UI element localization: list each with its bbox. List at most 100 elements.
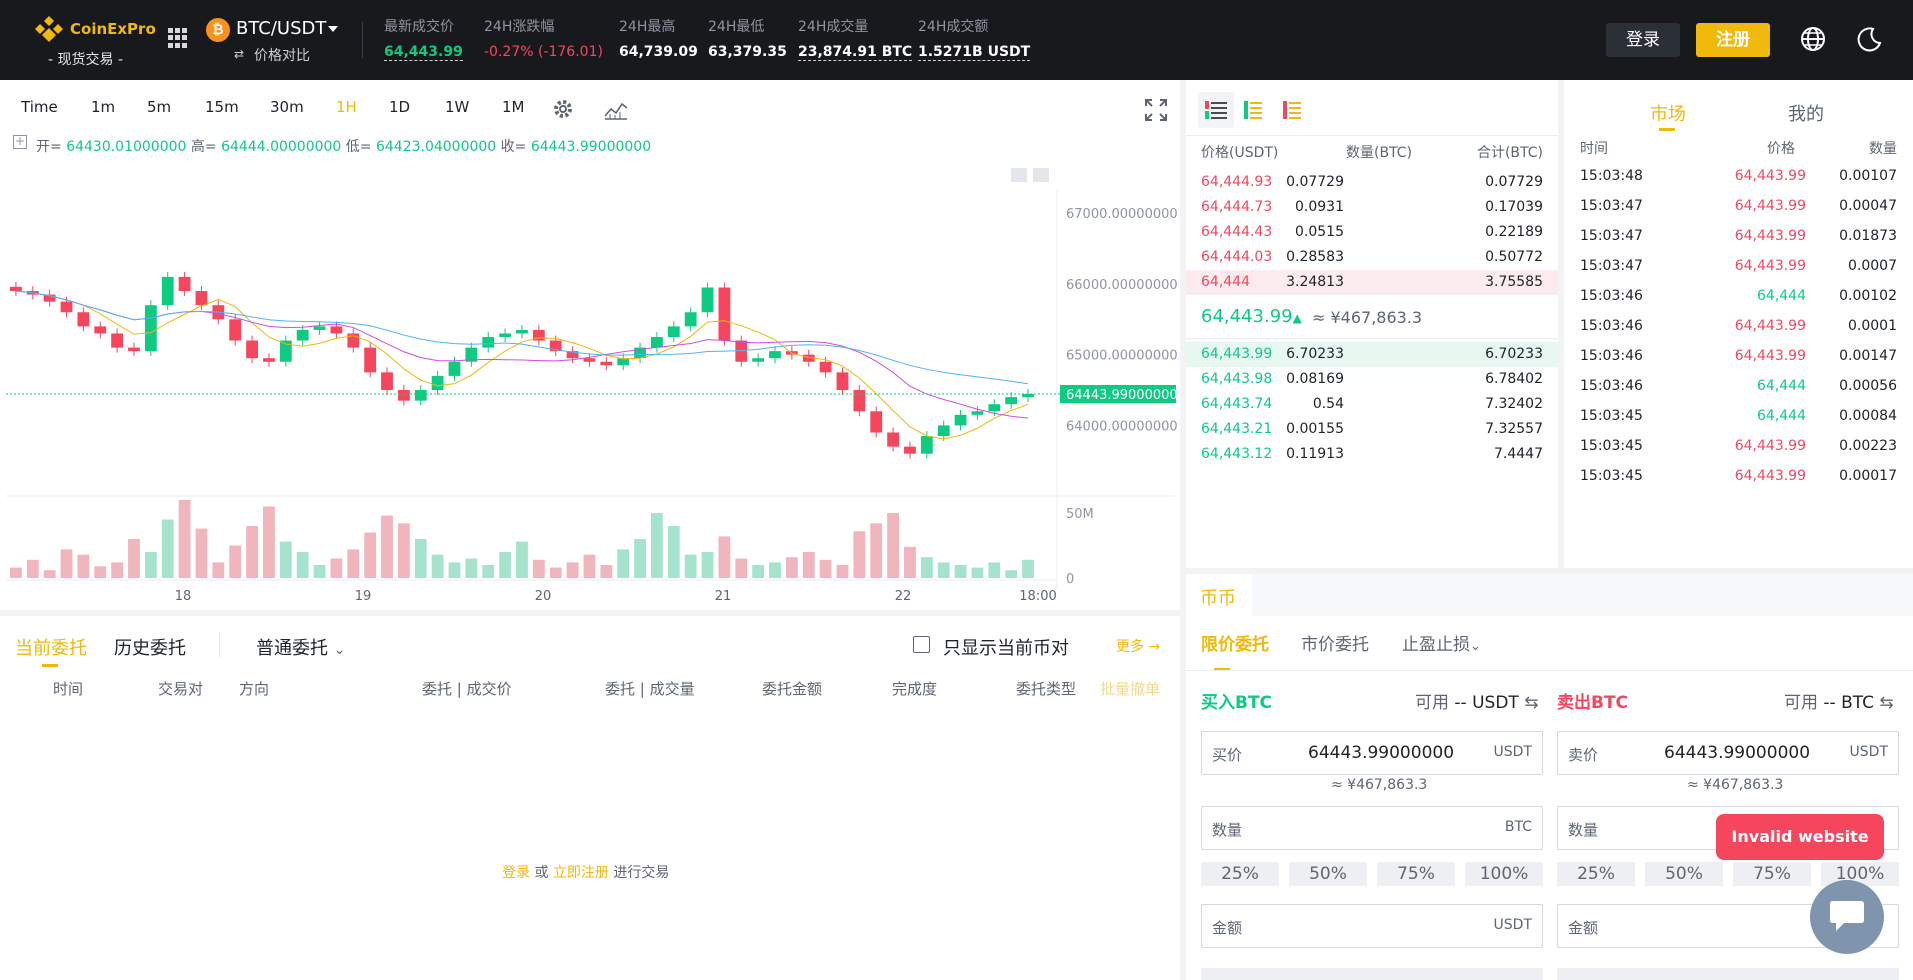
settings-gear-icon[interactable] (552, 98, 574, 120)
orderbook-both-icon[interactable] (1205, 100, 1227, 120)
transfer-icon[interactable]: ⇆ (1879, 693, 1893, 713)
invalid-website-toast[interactable]: Invalid website (1716, 814, 1884, 860)
batch-cancel-button[interactable]: 批量撤单 (1100, 678, 1160, 699)
sell-qty-label: 数量 (1568, 821, 1599, 839)
buy-amount-field[interactable]: 金额 USDT (1201, 904, 1543, 948)
volume-bar (853, 531, 866, 578)
timeframe-time[interactable]: Time (21, 98, 58, 116)
pair-selector[interactable]: BTC/USDT (236, 18, 326, 39)
empty-login-link[interactable]: 登录 (502, 865, 530, 881)
more-link[interactable]: 更多 → (1116, 636, 1160, 656)
buy-price-input[interactable]: 64443.99000000 (1308, 743, 1454, 763)
ask-total: 3.75585 (1485, 274, 1543, 290)
empty-register-link[interactable]: 立即注册 (553, 865, 609, 881)
sell-percent-50[interactable]: 50% (1645, 862, 1723, 886)
sell-submit-button[interactable] (1557, 968, 1899, 980)
bid-row[interactable]: 64,443.98 0.08169 6.78402 (1186, 367, 1558, 392)
ticker-stat: 24H成交量 23,874.91 BTC (798, 16, 913, 61)
trade-amount: 0.00223 (1839, 438, 1897, 454)
login-button[interactable]: 登录 (1606, 23, 1680, 57)
buy-submit-button[interactable] (1201, 968, 1543, 980)
fullscreen-icon[interactable] (1144, 98, 1168, 122)
sell-price-input[interactable]: 64443.99000000 (1664, 743, 1810, 763)
volume-bar (499, 552, 512, 578)
mid-price[interactable]: 64,443.99▲ (1201, 306, 1302, 327)
buy-qty-unit: BTC (1504, 819, 1532, 835)
timeframe-1m[interactable]: 1m (91, 98, 115, 116)
volume-tick-label: 0 (1066, 572, 1074, 587)
volume-bar (836, 565, 849, 578)
candlestick-chart[interactable]: 67000.00000000 66000.00000000 65000.000000… (0, 160, 1180, 608)
logo-text[interactable]: CoinExPro (70, 20, 156, 38)
candle-body (853, 390, 866, 412)
tab-limit-order[interactable]: 限价委托 (1201, 630, 1269, 655)
indicator-chart-icon[interactable] (604, 100, 628, 120)
volume-bar (313, 565, 326, 578)
ask-row[interactable]: 64,444.03 0.28583 0.50772 (1186, 245, 1558, 270)
bid-row[interactable]: 64,443.21 0.00155 7.32557 (1186, 417, 1558, 442)
bid-row[interactable]: 64,443.12 0.11913 7.4447 (1186, 442, 1558, 467)
logo-icon[interactable] (34, 14, 64, 44)
sell-percent-75[interactable]: 75% (1733, 862, 1811, 886)
orderbook-sell-icon[interactable] (1283, 100, 1305, 120)
ticker-stat-label: 24H成交额 (918, 19, 989, 35)
orderbook-buy-icon[interactable] (1244, 100, 1266, 120)
bid-row[interactable]: 64,443.99 6.70233 6.70233 (1186, 342, 1558, 367)
candle-body (448, 361, 461, 376)
buy-percent-100[interactable]: 100% (1465, 862, 1543, 886)
sell-price-field[interactable]: 卖价 64443.99000000 USDT (1557, 731, 1899, 775)
tab-market-order[interactable]: 市价委托 (1301, 630, 1369, 655)
trades-header-price: 价格 (1767, 141, 1795, 157)
volume-bar (769, 562, 781, 578)
trade-row: 15:03:46 64,444 0.00056 (1564, 372, 1913, 402)
only-current-checkbox[interactable] (913, 636, 930, 653)
buy-quantity-field[interactable]: 数量 BTC (1201, 806, 1543, 850)
ask-row[interactable]: 64,444.93 0.07729 0.07729 (1186, 170, 1558, 195)
timeframe-1d[interactable]: 1D (389, 98, 410, 116)
register-button[interactable]: 注册 (1696, 23, 1770, 57)
tab-spot[interactable]: 币币 (1200, 584, 1236, 610)
moon-icon[interactable] (1856, 26, 1882, 52)
ask-row[interactable]: 64,444.43 0.0515 0.22189 (1186, 220, 1558, 245)
tab-my-trades[interactable]: 我的 (1788, 100, 1824, 126)
candle-body (144, 305, 157, 352)
timeframe-1h[interactable]: 1H (336, 98, 357, 116)
ask-row[interactable]: 64,444.73 0.0931 0.17039 (1186, 195, 1558, 220)
globe-icon[interactable] (1800, 26, 1826, 52)
tab-stop-limit[interactable]: 止盈止损⌄ (1402, 630, 1481, 655)
caret-down-icon[interactable] (328, 26, 338, 32)
bid-row[interactable]: 64,443.74 0.54 7.32402 (1186, 392, 1558, 417)
buy-percent-50[interactable]: 50% (1289, 862, 1367, 886)
candle-body (313, 326, 326, 330)
sell-percent-25[interactable]: 25% (1557, 862, 1635, 886)
order-type-select[interactable]: 普通委托 ⌄ (256, 634, 345, 660)
volume-bar (111, 562, 124, 578)
market-type-label[interactable]: - 现货交易 - (48, 49, 123, 69)
collapse-legend-icon[interactable]: + (13, 135, 27, 149)
trade-amount: 0.00147 (1839, 348, 1897, 364)
buy-price-field[interactable]: 买价 64443.99000000 USDT (1201, 731, 1543, 775)
trade-price: 64,443.99 (1734, 198, 1806, 214)
volume-bar (937, 562, 950, 578)
ob-header-total: 合计(BTC) (1476, 145, 1543, 161)
buy-percent-75[interactable]: 75% (1377, 862, 1455, 886)
price-compare-link[interactable]: 价格对比 (254, 45, 310, 65)
sell-title: 卖出BTC (1557, 693, 1629, 713)
timeframe-1m[interactable]: 1M (502, 98, 525, 116)
timeframe-30m[interactable]: 30m (270, 98, 304, 116)
transfer-icon[interactable]: ⇆ (1524, 693, 1538, 713)
tab-current-orders[interactable]: 当前委托 (15, 634, 87, 660)
grid-icon[interactable] (168, 28, 188, 48)
timeframe-5m[interactable]: 5m (147, 98, 171, 116)
trade-price: 64,443.99 (1734, 468, 1806, 484)
tab-order-history[interactable]: 历史委托 (114, 634, 186, 660)
timeframe-1w[interactable]: 1W (445, 98, 469, 116)
ticker-stat: 24H最低 63,379.35 (708, 16, 787, 60)
buy-percent-25[interactable]: 25% (1201, 862, 1279, 886)
price-tick-label: 66000.00000000 (1066, 278, 1178, 293)
orders-column-header: 完成度 (892, 680, 938, 698)
timeframe-15m[interactable]: 15m (205, 98, 239, 116)
chat-button[interactable] (1810, 880, 1884, 954)
ob-header-amount: 数量(BTC) (1346, 145, 1413, 161)
tab-market-trades[interactable]: 市场 (1650, 100, 1686, 126)
